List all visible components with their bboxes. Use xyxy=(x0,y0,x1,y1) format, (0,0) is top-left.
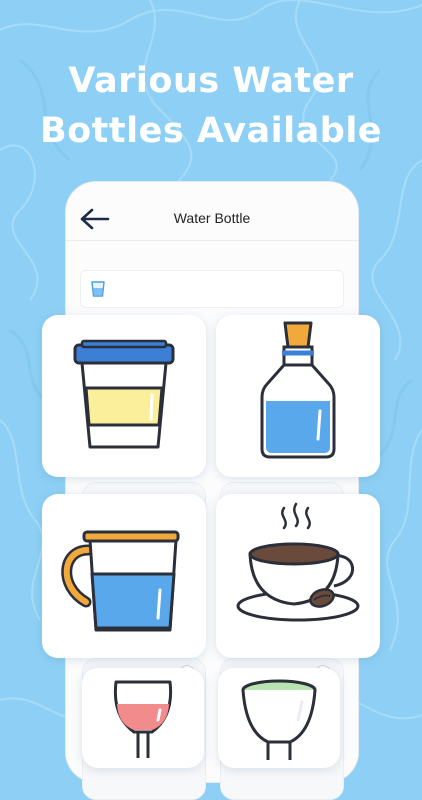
app-header: Water Bottle xyxy=(66,200,358,241)
page-title: Water Bottle xyxy=(173,210,251,226)
bottle-card-tea-cup[interactable] xyxy=(216,494,380,658)
glass-bottle-icon xyxy=(260,321,336,459)
bottle-card-glass-bottle[interactable] xyxy=(216,315,380,477)
headline-line-1: Various Water xyxy=(68,61,354,101)
bottle-card-wine-glass[interactable] xyxy=(82,668,204,768)
tea-cup-saucer-icon xyxy=(236,502,360,622)
promo-headline: Various Water Bottles Available xyxy=(0,56,422,156)
green-tea-cup-icon xyxy=(241,679,317,760)
bottle-card-coffee-cup[interactable] xyxy=(42,315,206,477)
water-pitcher-icon xyxy=(61,530,180,632)
water-cup-icon xyxy=(91,281,105,297)
wine-glass-icon xyxy=(113,680,173,758)
bottle-card-green-tea[interactable] xyxy=(218,668,340,768)
selected-bottle-field[interactable] xyxy=(80,270,344,308)
headline-line-2: Bottles Available xyxy=(39,111,383,151)
coffee-cup-icon xyxy=(73,339,175,449)
bottle-card-water-pitcher[interactable] xyxy=(42,494,206,658)
